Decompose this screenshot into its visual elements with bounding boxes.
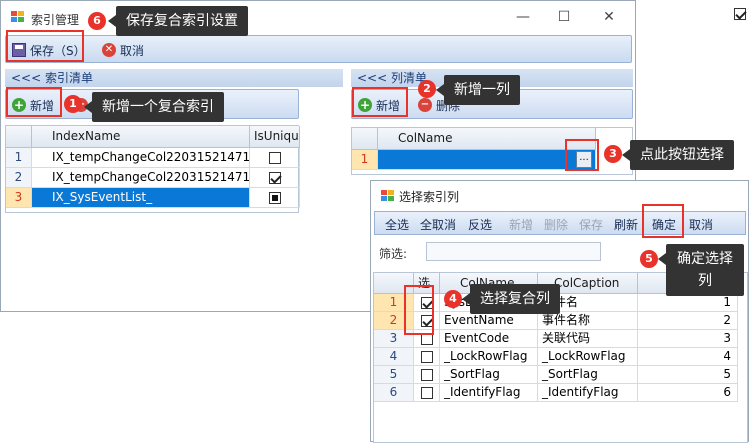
step-badge: 4 xyxy=(444,290,462,308)
app-icon xyxy=(11,11,25,23)
row-number-current: 1 xyxy=(352,150,378,170)
row-number-current: 3 xyxy=(6,188,32,208)
select-cell[interactable] xyxy=(414,384,440,402)
index-grid: IndexName IsUniqu 1 IX_tempChangeCol2203… xyxy=(5,125,300,213)
findex-cell[interactable]: 4 xyxy=(638,348,738,366)
step-badge: 5 xyxy=(640,250,658,268)
is-unique-cell[interactable] xyxy=(250,148,300,168)
colcaption-cell[interactable]: _SortFlag xyxy=(538,366,638,384)
highlight-add-column-button xyxy=(352,87,408,117)
select-all-button[interactable]: 全选 xyxy=(385,216,409,233)
dialog-app-icon xyxy=(381,190,395,202)
corner-checkbox[interactable] xyxy=(734,7,746,20)
step-badge: 2 xyxy=(418,80,436,98)
column-header-colname[interactable]: ColName xyxy=(378,128,596,150)
refresh-button[interactable]: 刷新 xyxy=(614,216,638,233)
select-cell[interactable] xyxy=(414,366,440,384)
findex-cell[interactable]: 1 xyxy=(638,294,738,312)
row-number: 5 xyxy=(374,366,414,384)
annotation-tooltip: 点此按钮选择 xyxy=(622,140,734,170)
dialog-toolbar: 全选 全取消 反选 新增 删除 保存 刷新 确定 取消 xyxy=(374,211,746,235)
cancel-icon: ✕ xyxy=(102,43,116,57)
colcaption-cell[interactable]: 关联代码 xyxy=(538,330,638,348)
invert-selection-button[interactable]: 反选 xyxy=(468,216,492,233)
close-button[interactable]: ✕ xyxy=(599,7,619,27)
colname-cell[interactable]: _LockRowFlag xyxy=(440,348,538,366)
maximize-button[interactable]: ☐ xyxy=(554,7,574,27)
highlight-save-button xyxy=(6,30,84,62)
index-grid-corner xyxy=(6,126,32,148)
filter-label: 筛选: xyxy=(379,247,408,261)
is-unique-checkbox[interactable] xyxy=(268,171,281,184)
index-list-header: <<< 索引清单 xyxy=(5,69,343,87)
select-checkbox[interactable] xyxy=(420,386,433,399)
row-number: 6 xyxy=(374,384,414,402)
highlight-ellipsis-button xyxy=(565,139,599,171)
step-badge: 3 xyxy=(604,145,622,163)
row-number: 2 xyxy=(6,168,32,188)
select-checkbox[interactable] xyxy=(420,368,433,381)
colcaption-cell[interactable]: 事件名称 xyxy=(538,312,638,330)
minimize-button[interactable]: — xyxy=(513,7,533,27)
colname-cell[interactable]: _IdentifyFlag xyxy=(440,384,538,402)
colcaption-cell[interactable]: _IdentifyFlag xyxy=(538,384,638,402)
cancel-button-label: 取消 xyxy=(120,43,145,58)
select-checkbox[interactable] xyxy=(420,350,433,363)
is-unique-cell[interactable] xyxy=(250,168,300,188)
annotation-tooltip: 新增一个复合索引 xyxy=(84,92,224,122)
dialog-save-button[interactable]: 保存 xyxy=(579,216,603,233)
step-badge: 6 xyxy=(88,12,106,30)
row-number: 4 xyxy=(374,348,414,366)
annotation-tooltip: 保存复合索引设置 xyxy=(108,6,248,36)
index-name-cell[interactable]: IX_tempChangeCol220315214716 xyxy=(32,168,250,188)
window-title: 索引管理 xyxy=(31,13,80,27)
dialog-title: 选择索引列 xyxy=(399,190,460,204)
column-header-indexname[interactable]: IndexName xyxy=(32,126,250,148)
findex-cell[interactable]: 5 xyxy=(638,366,738,384)
deselect-all-button[interactable]: 全取消 xyxy=(420,216,456,233)
cancel-button[interactable]: ✕ 取消 xyxy=(102,40,144,60)
findex-cell[interactable]: 2 xyxy=(638,312,738,330)
is-unique-checkbox[interactable] xyxy=(268,151,281,164)
colname-cell[interactable]: EventCode xyxy=(440,330,538,348)
annotation-tooltip: 新增一列 xyxy=(436,75,520,105)
select-cell[interactable] xyxy=(414,348,440,366)
filter-input[interactable] xyxy=(426,242,601,261)
delete-icon: − xyxy=(418,98,432,112)
dialog-delete-button[interactable]: 删除 xyxy=(544,216,568,233)
is-unique-cell[interactable] xyxy=(250,188,300,208)
main-toolbar: 保存（S） ✕ 取消 xyxy=(5,35,632,63)
colname-cell[interactable]: _SortFlag xyxy=(440,366,538,384)
column-header-isunique[interactable]: IsUniqu xyxy=(250,126,300,148)
highlight-selected-checkboxes xyxy=(404,285,434,335)
colcaption-cell[interactable]: _LockRowFlag xyxy=(538,348,638,366)
highlight-confirm-button xyxy=(642,204,684,238)
annotation-tooltip: 确定选择列 xyxy=(658,244,744,296)
dialog-cancel-button[interactable]: 取消 xyxy=(689,216,713,233)
index-name-cell[interactable]: IX_tempChangeCol220315214716 xyxy=(32,148,250,168)
row-number: 1 xyxy=(6,148,32,168)
colname-cell-selected[interactable] xyxy=(378,150,596,170)
annotation-tooltip: 选择复合列 xyxy=(462,284,560,314)
column-grid-corner xyxy=(352,128,378,150)
colname-cell[interactable]: EventName xyxy=(440,312,538,330)
highlight-add-index-button xyxy=(6,87,62,117)
dialog-add-button[interactable]: 新增 xyxy=(509,216,533,233)
step-badge: 1 xyxy=(64,95,82,113)
findex-cell[interactable]: 3 xyxy=(638,330,738,348)
findex-cell[interactable]: 6 xyxy=(638,384,738,402)
is-unique-checkbox[interactable] xyxy=(268,191,281,204)
index-name-cell-selected[interactable]: IX_SysEventList_ xyxy=(32,188,250,208)
